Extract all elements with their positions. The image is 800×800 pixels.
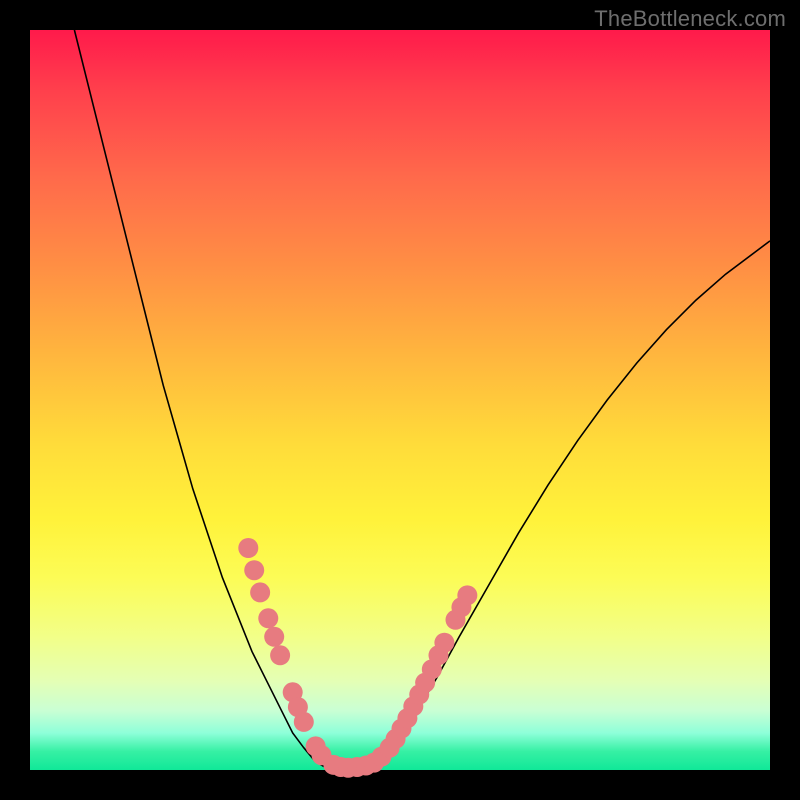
chart-frame: TheBottleneck.com — [0, 0, 800, 800]
data-marker — [270, 645, 290, 665]
data-marker — [258, 608, 278, 628]
data-marker — [250, 582, 270, 602]
chart-overlay — [30, 30, 770, 770]
attribution-label: TheBottleneck.com — [594, 6, 786, 32]
data-marker — [244, 560, 264, 580]
data-marker — [294, 712, 314, 732]
marker-group — [238, 538, 477, 778]
data-marker — [238, 538, 258, 558]
data-marker — [434, 633, 454, 653]
data-marker — [264, 627, 284, 647]
data-marker — [457, 585, 477, 605]
